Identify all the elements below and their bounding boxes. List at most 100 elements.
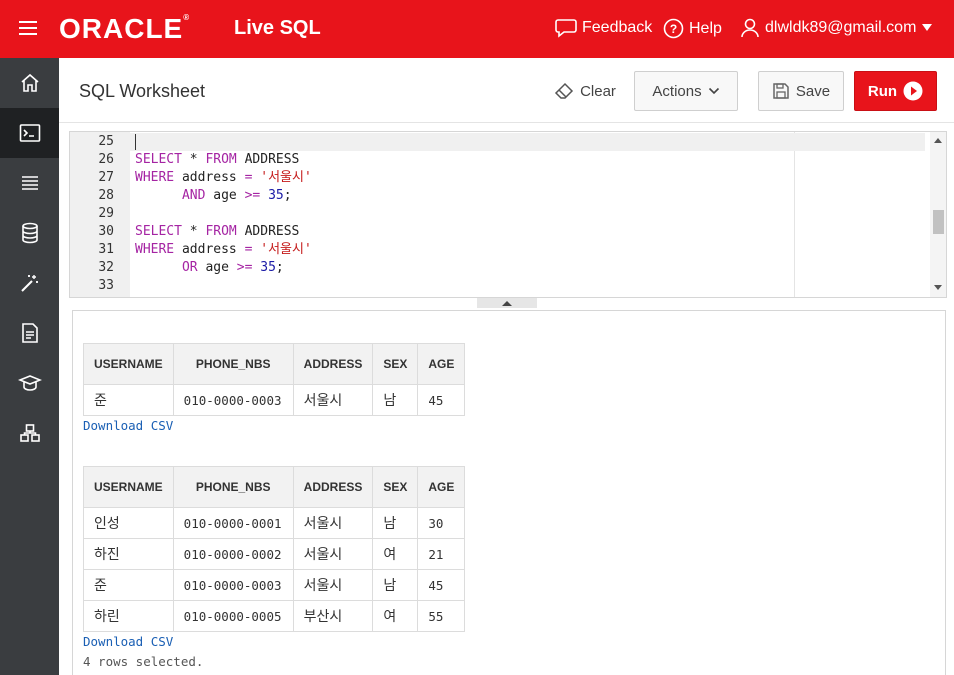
sidebar-item-code-library[interactable] xyxy=(0,358,59,408)
sidebar-item-quick-sql[interactable] xyxy=(0,258,59,308)
scroll-up-arrow-icon[interactable] xyxy=(934,137,942,143)
query-results-panel: USERNAME PHONE_NBS ADDRESS SEX AGE 준 010… xyxy=(72,310,946,675)
code-text: AND age >= 35; xyxy=(181,188,292,203)
list-icon xyxy=(21,176,38,190)
cell-address: 서울시 xyxy=(292,538,374,570)
table-row: 하진 010-0000-0002 서울시 여 21 xyxy=(83,538,466,570)
table-row: 준 010-0000-0003 서울시 남 45 xyxy=(83,569,466,601)
line-number: 29 xyxy=(98,206,114,221)
code-line[interactable]: 28 AND age >= 35; xyxy=(70,187,930,205)
sidebar-item-sql-worksheet[interactable] xyxy=(0,108,59,158)
text-cursor xyxy=(135,134,136,150)
floppy-disk-icon xyxy=(773,83,789,99)
code-line[interactable]: 33 xyxy=(70,277,930,295)
question-circle-icon: ? xyxy=(663,18,684,39)
cell-age: 45 xyxy=(417,384,466,416)
line-number: 31 xyxy=(98,242,114,257)
cell-address: 서울시 xyxy=(292,384,374,416)
column-header: SEX xyxy=(372,466,419,508)
column-header: ADDRESS xyxy=(292,343,374,385)
code-line[interactable]: 26 SELECT * FROM ADDRESS xyxy=(70,151,930,169)
svg-text:?: ? xyxy=(670,22,677,36)
clear-button[interactable]: Clear xyxy=(553,71,617,111)
save-button[interactable]: Save xyxy=(758,71,844,111)
document-icon xyxy=(21,323,38,343)
help-link[interactable]: ? Help xyxy=(663,18,722,39)
editor-scrollbar[interactable] xyxy=(930,132,946,297)
cell-phone: 010-0000-0003 xyxy=(172,384,294,416)
line-number: 33 xyxy=(98,278,114,293)
download-csv-link[interactable]: Download CSV xyxy=(83,418,173,433)
code-line[interactable]: 31 WHERE address = '서울시' xyxy=(70,241,930,259)
code-text: OR age >= 35; xyxy=(181,260,284,275)
line-number: 28 xyxy=(98,188,114,203)
panel-splitter-handle[interactable] xyxy=(477,298,537,308)
line-number: 32 xyxy=(98,260,114,275)
code-line[interactable]: 25 xyxy=(70,133,925,151)
chat-bubble-icon xyxy=(555,19,577,38)
graduation-cap-icon xyxy=(17,375,42,391)
cell-address: 서울시 xyxy=(292,507,374,539)
code-line[interactable]: 30 SELECT * FROM ADDRESS xyxy=(70,223,930,241)
scroll-down-arrow-icon[interactable] xyxy=(934,285,942,291)
table-row: 인성 010-0000-0001 서울시 남 30 xyxy=(83,507,466,539)
cell-sex: 여 xyxy=(372,538,419,570)
actions-dropdown[interactable]: Actions xyxy=(634,71,738,111)
sidebar-item-my-scripts[interactable] xyxy=(0,308,59,358)
oracle-logo[interactable]: ORACLE® xyxy=(59,13,190,45)
cell-address: 부산시 xyxy=(292,600,374,632)
table-row: 하린 010-0000-0005 부산시 여 55 xyxy=(83,600,466,632)
cell-sex: 여 xyxy=(372,600,419,632)
user-icon xyxy=(741,18,759,38)
product-name[interactable]: Live SQL xyxy=(234,17,321,40)
line-number: 30 xyxy=(98,224,114,239)
code-text: SELECT * FROM ADDRESS xyxy=(135,224,300,239)
code-line[interactable]: 29 xyxy=(70,205,930,223)
sidebar-item-schema[interactable] xyxy=(0,208,59,258)
cell-age: 55 xyxy=(417,600,466,632)
cell-age: 21 xyxy=(417,538,466,570)
code-line[interactable]: 27 WHERE address = '서울시' xyxy=(70,169,930,187)
database-icon xyxy=(21,222,38,244)
sidebar-item-home[interactable] xyxy=(0,58,59,108)
download-csv-link[interactable]: Download CSV xyxy=(83,634,173,649)
column-header: ADDRESS xyxy=(292,466,374,508)
hamburger-menu-icon[interactable] xyxy=(19,21,37,37)
user-menu[interactable]: dlwldk89@gmail.com xyxy=(740,18,933,38)
sql-editor[interactable]: 25 26 SELECT * FROM ADDRESS 27 WHERE add… xyxy=(69,131,947,298)
eraser-icon xyxy=(555,82,574,99)
left-sidebar xyxy=(0,58,59,675)
cell-sex: 남 xyxy=(372,384,419,416)
scrollbar-thumb[interactable] xyxy=(933,210,944,234)
feedback-label: Feedback xyxy=(582,19,653,36)
clear-label: Clear xyxy=(580,82,616,100)
code-line[interactable]: 32 OR age >= 35; xyxy=(70,259,930,277)
chevron-down-icon xyxy=(708,87,719,95)
column-header: USERNAME xyxy=(83,466,174,508)
column-header: USERNAME xyxy=(83,343,174,385)
sidebar-item-my-session[interactable] xyxy=(0,158,59,208)
run-label: Run xyxy=(867,82,898,100)
cell-age: 30 xyxy=(417,507,466,539)
run-button[interactable]: Run xyxy=(854,71,937,111)
caret-up-icon xyxy=(502,301,512,306)
cell-sex: 남 xyxy=(372,569,419,601)
rows-selected-status: 4 rows selected. xyxy=(83,654,204,669)
sidebar-item-my-tutorials[interactable] xyxy=(0,408,59,458)
play-circle-icon xyxy=(903,81,923,101)
cell-username: 준 xyxy=(83,569,174,601)
actions-label: Actions xyxy=(652,82,702,100)
feedback-link[interactable]: Feedback xyxy=(555,18,652,38)
result-table-2: USERNAME PHONE_NBS ADDRESS SEX AGE 인성 01… xyxy=(83,466,466,632)
caret-down-icon xyxy=(922,24,933,31)
line-number: 26 xyxy=(98,152,114,167)
top-header: ORACLE® Live SQL Feedback ? Help dlwldk8… xyxy=(0,0,954,58)
cell-address: 서울시 xyxy=(292,569,374,601)
help-label: Help xyxy=(689,19,722,37)
cell-phone: 010-0000-0005 xyxy=(172,600,294,632)
magic-wand-icon xyxy=(20,275,38,292)
save-label: Save xyxy=(795,82,831,100)
column-header: PHONE_NBS xyxy=(172,466,294,508)
cell-username: 하린 xyxy=(83,600,174,632)
cell-username: 인성 xyxy=(83,507,174,539)
